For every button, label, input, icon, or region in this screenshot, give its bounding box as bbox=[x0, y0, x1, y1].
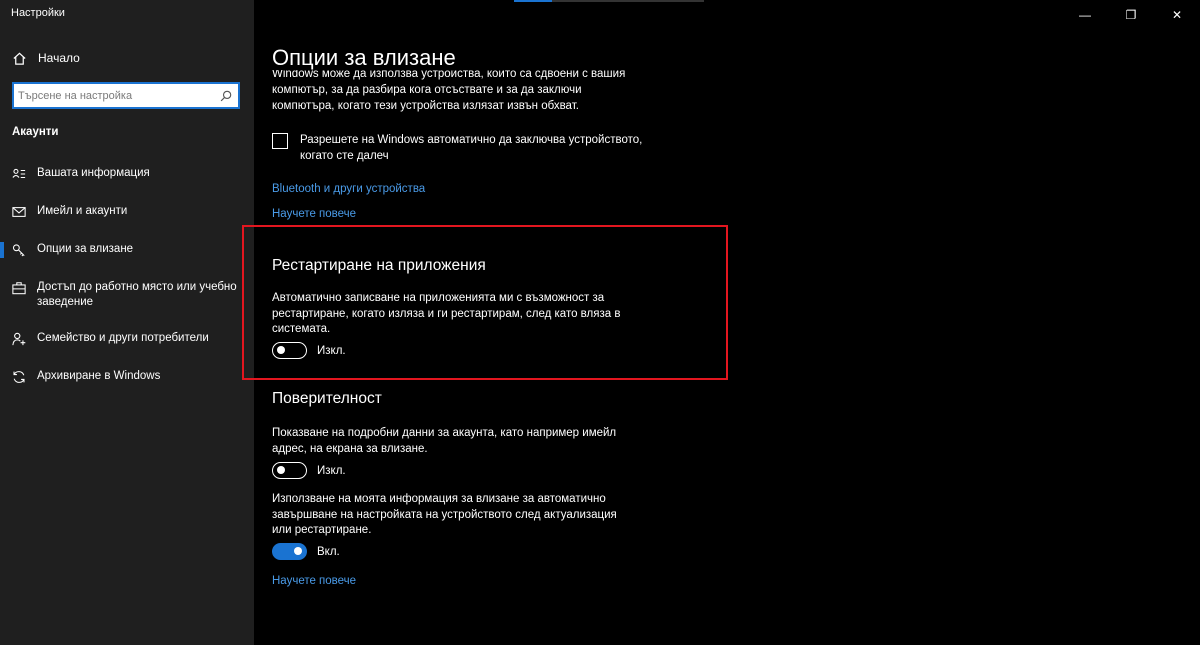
learn-more-link[interactable]: Научете повече bbox=[272, 208, 356, 220]
minimize-button[interactable]: — bbox=[1062, 0, 1108, 30]
sidebar-nav: Вашата информация Имейл и акаунти Опции … bbox=[0, 166, 254, 407]
sidebar-item-label: Архивиране в Windows bbox=[37, 370, 161, 382]
bluetooth-devices-link[interactable]: Bluetooth и други устройства bbox=[272, 183, 425, 195]
home-label: Начало bbox=[38, 51, 80, 65]
search-icon[interactable] bbox=[216, 86, 236, 106]
close-button[interactable]: ✕ bbox=[1154, 0, 1200, 30]
dynamic-lock-checkbox-row[interactable]: Разрешете на Windows автоматично да закл… bbox=[272, 132, 660, 164]
sidebar-item-signin-options[interactable]: Опции за влизане bbox=[0, 242, 254, 280]
briefcase-icon bbox=[11, 280, 27, 296]
sidebar-item-label: Семейство и други потребители bbox=[37, 332, 209, 344]
app-title: Настройки bbox=[11, 7, 65, 19]
use-signin-info-toggle-state: Вкл. bbox=[317, 545, 340, 558]
maximize-button[interactable]: ❐ bbox=[1108, 0, 1154, 30]
home-icon bbox=[11, 50, 27, 66]
sidebar-item-label: Достъп до работно място или учебно завед… bbox=[37, 281, 237, 308]
dynamic-lock-description: Windows може да използва устройства, кои… bbox=[272, 70, 626, 112]
sidebar-item-label: Имейл и акаунти bbox=[37, 205, 128, 217]
person-add-icon bbox=[11, 331, 27, 347]
dynamic-lock-checkbox[interactable] bbox=[272, 133, 288, 149]
restart-apps-toggle-state: Изкл. bbox=[317, 344, 346, 357]
sidebar-item-label: Опции за влизане bbox=[37, 243, 134, 255]
search-box[interactable] bbox=[12, 82, 240, 109]
account-details-toggle[interactable] bbox=[272, 462, 307, 479]
sidebar-item-work-access[interactable]: Достъп до работно място или учебно завед… bbox=[0, 280, 254, 331]
sidebar-item-your-info[interactable]: Вашата информация bbox=[0, 166, 254, 204]
privacy-heading: Поверителност bbox=[272, 390, 382, 407]
person-card-icon bbox=[11, 166, 27, 182]
sidebar-item-backup[interactable]: Архивиране в Windows bbox=[0, 369, 254, 407]
window-controls: — ❐ ✕ bbox=[1062, 0, 1200, 30]
section-title: Акаунти bbox=[12, 126, 59, 138]
key-icon bbox=[11, 242, 27, 258]
account-details-toggle-row: Изкл. bbox=[272, 462, 346, 479]
scrolled-text-container: Windows може да използва устройства, кои… bbox=[272, 70, 632, 115]
dynamic-lock-checkbox-label: Разрешете на Windows автоматично да закл… bbox=[300, 134, 643, 162]
account-details-description: Показване на подробни данни за акаунта, … bbox=[272, 427, 617, 455]
account-details-toggle-state: Изкл. bbox=[317, 464, 346, 477]
restart-apps-heading: Рестартиране на приложения bbox=[272, 257, 486, 274]
restart-apps-toggle[interactable] bbox=[272, 342, 307, 359]
sidebar: Настройки Начало Акаунти Вашата информац… bbox=[0, 0, 254, 645]
use-signin-info-description: Използване на моята информация за влизан… bbox=[272, 493, 617, 536]
page-title: Опции за влизане bbox=[272, 45, 456, 70]
use-signin-info-toggle[interactable] bbox=[272, 543, 307, 560]
search-input[interactable] bbox=[14, 84, 216, 107]
restart-apps-description: Автоматично записване на приложенията ми… bbox=[272, 292, 621, 335]
restart-apps-toggle-row: Изкл. bbox=[272, 342, 346, 359]
mail-icon bbox=[11, 204, 27, 220]
sidebar-item-label: Вашата информация bbox=[37, 167, 150, 179]
scroll-indicator bbox=[514, 0, 704, 2]
main-content: — ❐ ✕ Опции за влизане Windows може да и… bbox=[242, 0, 1200, 645]
use-signin-info-toggle-row: Вкл. bbox=[272, 543, 340, 560]
sidebar-item-email[interactable]: Имейл и акаунти bbox=[0, 204, 254, 242]
home-nav-item[interactable]: Начало bbox=[0, 44, 254, 72]
learn-more-link[interactable]: Научете повече bbox=[272, 575, 356, 587]
sidebar-item-family[interactable]: Семейство и други потребители bbox=[0, 331, 254, 369]
sync-icon bbox=[11, 369, 27, 385]
